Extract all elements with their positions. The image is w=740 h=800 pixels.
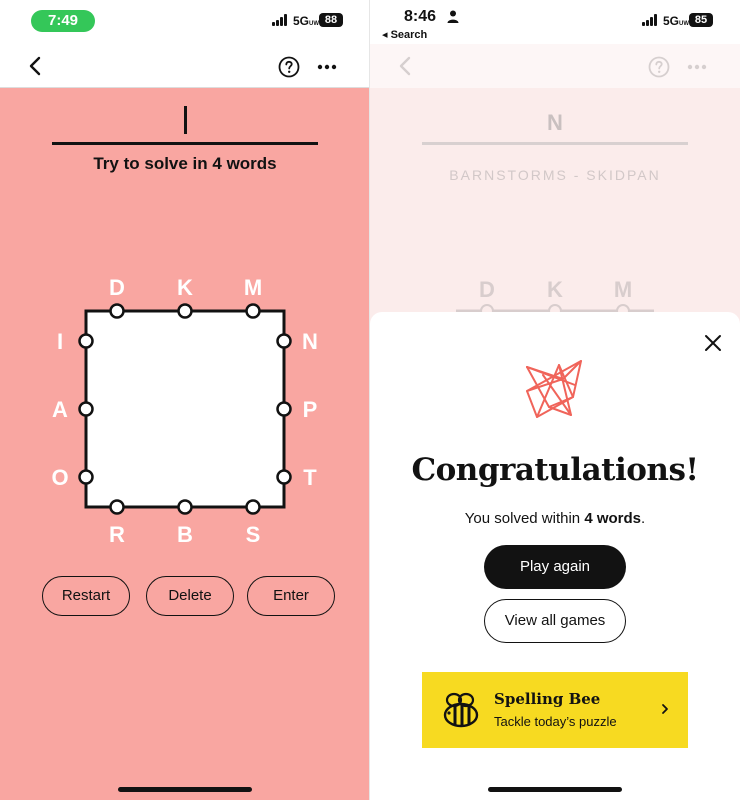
- letter-left-1[interactable]: I: [45, 329, 75, 355]
- current-letter: N: [547, 110, 563, 135]
- network-label: 5GUW: [293, 14, 320, 28]
- question-circle-icon: [648, 56, 670, 78]
- letter-boxed-game-screen: 7:49 5GUW 88 Try to solve in 4 words D K…: [0, 0, 370, 800]
- letter-top-1[interactable]: D: [102, 275, 132, 301]
- congratulations-modal: Congratulations! You solved within 4 wor…: [370, 312, 740, 800]
- status-bar: 8:46 ◂ Search 5GUW 85: [370, 0, 740, 44]
- back-to-search-link[interactable]: ◂ Search: [382, 28, 427, 41]
- status-bar: 7:49 5GUW 88: [0, 0, 370, 44]
- chevron-left-icon: [399, 56, 411, 76]
- congratulations-screen: 8:46 ◂ Search 5GUW 85 N BARNSTORMS - SKI…: [370, 0, 740, 800]
- word-input-underline: [52, 142, 318, 145]
- chevron-right-icon: [662, 704, 668, 714]
- letter-left-2[interactable]: A: [45, 397, 75, 423]
- promo-title: Spelling Bee: [494, 690, 601, 708]
- letter-top-3[interactable]: M: [238, 275, 268, 301]
- delete-button[interactable]: Delete: [146, 576, 234, 616]
- promo-subtitle: Tackle today’s puzzle: [494, 714, 617, 729]
- letter-right-2[interactable]: P: [295, 397, 325, 423]
- letter-boxed-logo-icon: [526, 360, 582, 418]
- restart-button[interactable]: Restart: [42, 576, 130, 616]
- chevron-left-icon[interactable]: [24, 54, 48, 78]
- letter-right-1[interactable]: N: [295, 329, 325, 355]
- letter-right-3[interactable]: T: [295, 465, 325, 491]
- word-input-underline: [422, 142, 688, 145]
- game-toolbar: [0, 44, 370, 88]
- letter-bottom-2[interactable]: B: [170, 522, 200, 548]
- home-indicator[interactable]: [118, 787, 252, 792]
- more-dots-icon: [687, 64, 707, 70]
- question-circle-icon[interactable]: [278, 56, 300, 78]
- letter-left-3[interactable]: O: [45, 465, 75, 491]
- play-again-button[interactable]: Play again: [484, 545, 626, 589]
- text-cursor: [184, 106, 187, 134]
- enter-button[interactable]: Enter: [247, 576, 335, 616]
- view-all-games-button[interactable]: View all games: [484, 599, 626, 643]
- puzzle-hint: Try to solve in 4 words: [93, 154, 277, 173]
- letter-bottom-3[interactable]: S: [238, 522, 268, 548]
- congratulations-title: Congratulations!: [411, 452, 699, 488]
- battery-indicator: 85: [689, 13, 713, 27]
- home-indicator[interactable]: [488, 787, 622, 792]
- network-label: 5GUW: [663, 14, 690, 28]
- battery-indicator: 88: [319, 13, 343, 27]
- signal-icon: [642, 14, 657, 26]
- letter-bottom-1[interactable]: R: [102, 522, 132, 548]
- close-icon[interactable]: [704, 334, 722, 352]
- letter-top-2[interactable]: K: [170, 275, 200, 301]
- more-dots-icon[interactable]: [316, 56, 338, 78]
- bee-icon: [443, 692, 479, 728]
- status-time: 8:46: [404, 8, 437, 25]
- spelling-bee-promo[interactable]: Spelling Bee Tackle today’s puzzle: [422, 672, 688, 748]
- signal-icon: [272, 14, 287, 26]
- solved-words: BARNSTORMS - SKIDPAN: [449, 167, 661, 183]
- person-icon: [447, 10, 459, 23]
- status-time: 7:49: [31, 10, 95, 32]
- dimmed-toolbar: [370, 44, 740, 88]
- solved-summary: You solved within 4 words.: [464, 510, 646, 527]
